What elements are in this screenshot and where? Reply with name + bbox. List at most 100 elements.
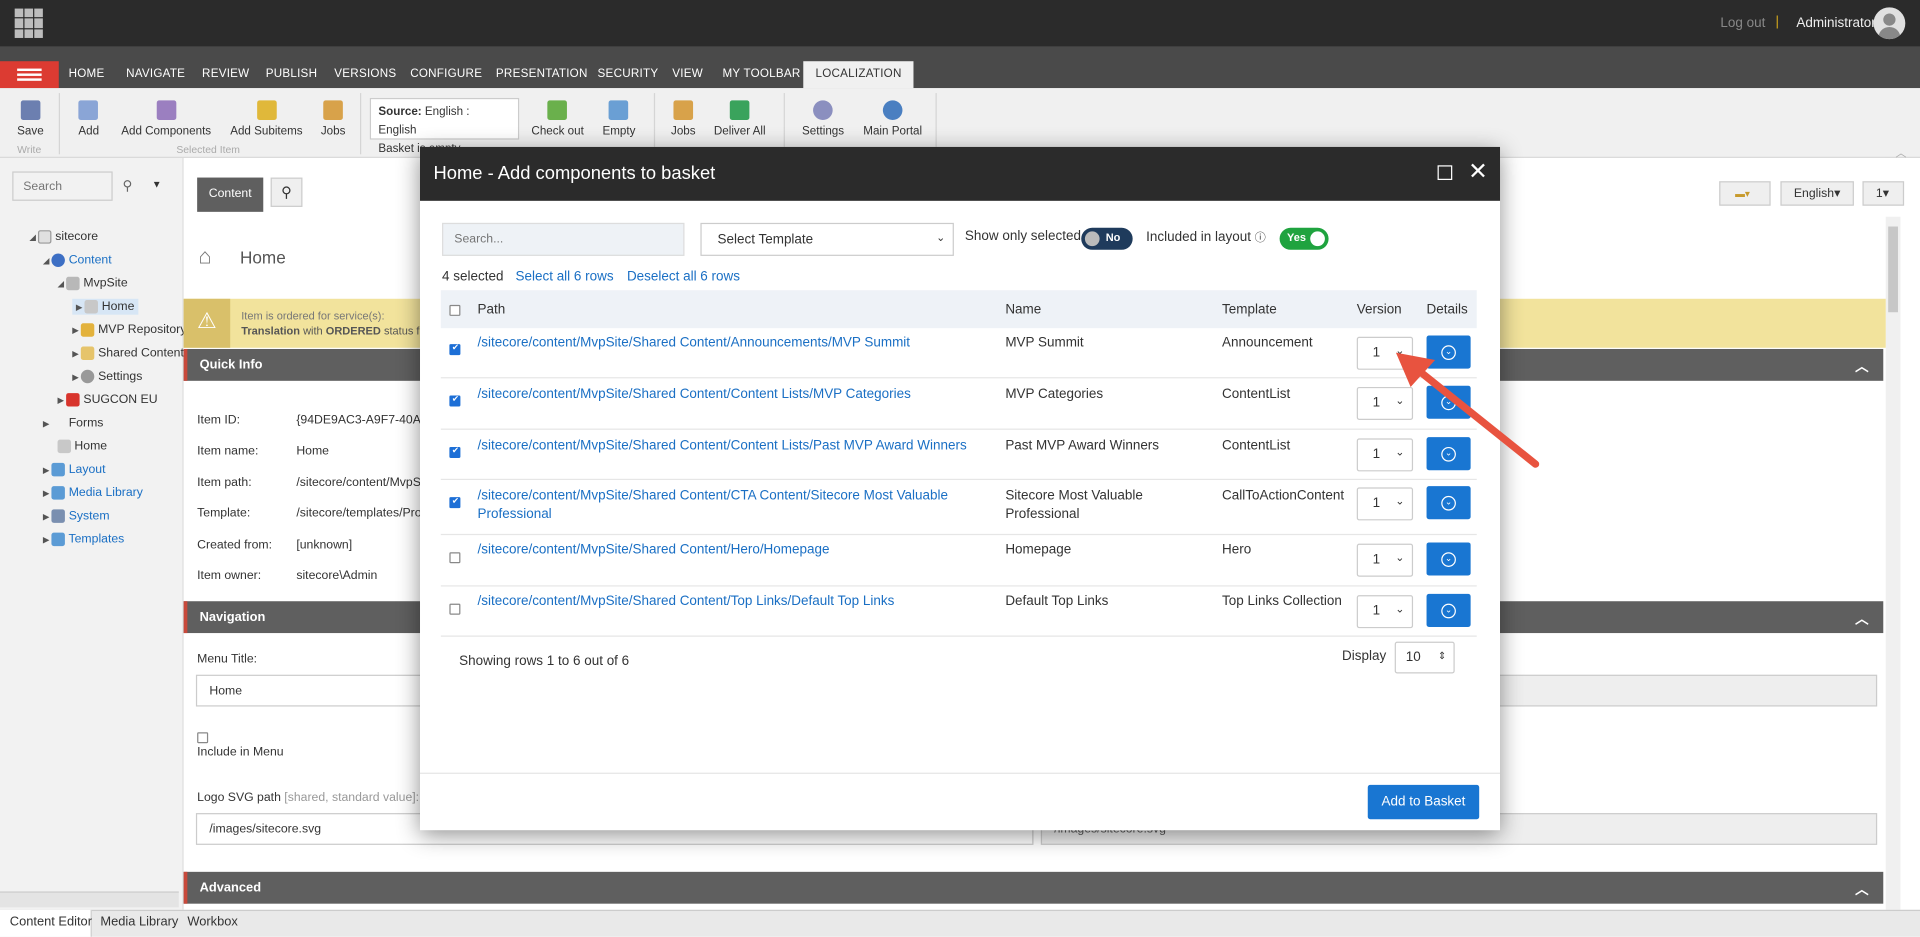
tree-item-settings[interactable]: ▶ Settings <box>72 369 142 383</box>
section-advanced[interactable]: Advanced ︿ <box>183 871 1884 904</box>
tree-item-media-library[interactable]: ▶ Media Library <box>43 486 143 500</box>
tree-item-home[interactable]: ▶ Home <box>72 298 139 315</box>
tab-content[interactable]: Content <box>197 177 264 212</box>
tree-scrollbar[interactable] <box>0 891 179 908</box>
row-path-link[interactable]: /sitecore/content/MvpSite/Shared Content… <box>478 542 830 557</box>
template-select[interactable]: Select Template ⌄ <box>700 222 954 256</box>
tree-search-input[interactable] <box>12 171 113 201</box>
row-path-link-continued[interactable]: Professional <box>478 507 552 522</box>
settings-button[interactable]: Settings <box>802 100 844 138</box>
tree-item-templates[interactable]: ▶ Templates <box>43 532 124 546</box>
version-select[interactable]: 1 ⌄ <box>1356 487 1414 521</box>
row-checkbox[interactable] <box>449 496 461 509</box>
include-in-menu-checkbox[interactable] <box>197 732 209 744</box>
empty-button[interactable]: Empty <box>602 100 635 138</box>
column-name[interactable]: Name <box>1005 302 1041 317</box>
tab-media-library[interactable]: Media Library <box>100 915 178 930</box>
row-path-link[interactable]: /sitecore/content/MvpSite/Shared Content… <box>478 387 911 402</box>
tab-security[interactable]: SECURITY <box>598 67 659 80</box>
editor-scrollbar[interactable] <box>1885 216 1901 910</box>
row-checkbox[interactable] <box>449 394 461 407</box>
tree-item-system[interactable]: ▶ System <box>43 509 110 523</box>
details-button[interactable]: ⌄ <box>1426 486 1471 520</box>
search-icon[interactable]: ⚲ <box>122 178 132 194</box>
tree-item-forms[interactable]: ▶ Forms <box>43 416 104 430</box>
deselect-all-link[interactable]: Deselect all 6 rows <box>627 269 740 284</box>
tab-content-editor[interactable]: Content Editor <box>10 915 92 930</box>
tree-item-sugcon-eu[interactable]: ▶ SUGCON EU <box>58 393 158 407</box>
row-checkbox[interactable] <box>449 552 461 564</box>
tab-navigate[interactable]: NAVIGATE <box>126 67 185 80</box>
show-only-selected-toggle[interactable]: No <box>1081 227 1133 250</box>
tab-versions[interactable]: VERSIONS <box>334 67 396 80</box>
column-version[interactable]: Version <box>1357 302 1402 317</box>
ribbon-collapse-icon[interactable]: ︿ <box>1896 144 1907 160</box>
add-components-button[interactable]: Add Components <box>121 100 211 138</box>
gallery-dropdown-icon[interactable]: ▬▾ <box>1719 181 1771 206</box>
table-row[interactable]: /sitecore/content/MvpSite/Shared Content… <box>440 535 1477 587</box>
row-checkbox[interactable] <box>449 603 461 615</box>
tree-item-content[interactable]: ◢ Content <box>43 253 112 267</box>
close-icon[interactable]: ✕ <box>1468 158 1487 186</box>
table-row[interactable]: /sitecore/content/MvpSite/Shared Content… <box>440 480 1477 536</box>
select-all-link[interactable]: Select all 6 rows <box>516 269 614 284</box>
jobs-2-label: Jobs <box>671 124 696 139</box>
table-row[interactable]: /sitecore/content/MvpSite/Shared Content… <box>440 587 1477 637</box>
tree-item-shared-content[interactable]: ▶ Shared Content <box>72 346 184 360</box>
row-checkbox[interactable] <box>449 343 461 356</box>
version-dropdown[interactable]: 1▾ <box>1862 181 1905 206</box>
add-button[interactable]: Add <box>78 100 99 138</box>
add-subitems-button[interactable]: Add Subitems <box>230 100 303 138</box>
tab-home[interactable]: HOME <box>69 67 105 80</box>
tree-item-sitecore[interactable]: ◢ sitecore <box>29 230 98 244</box>
menu-hamburger-icon[interactable] <box>0 61 59 89</box>
page-size-select[interactable]: 10 ⇕ <box>1394 641 1455 674</box>
save-button[interactable]: Save <box>17 100 44 138</box>
tab-view[interactable]: VIEW <box>672 67 703 80</box>
row-checkbox[interactable] <box>449 446 461 458</box>
jobs-button[interactable]: Jobs <box>321 100 345 138</box>
add-to-basket-button[interactable]: Add to Basket <box>1367 784 1480 820</box>
tab-my-toolbar[interactable]: MY TOOLBAR <box>722 67 800 80</box>
tab-review[interactable]: REVIEW <box>202 67 249 80</box>
included-in-layout-toggle[interactable]: Yes <box>1279 227 1329 250</box>
version-select[interactable]: 1 ⌄ <box>1356 595 1414 629</box>
row-path-link[interactable]: /sitecore/content/MvpSite/Shared Content… <box>478 438 967 453</box>
row-path-link[interactable]: /sitecore/content/MvpSite/Shared Content… <box>478 336 910 351</box>
maximize-icon[interactable] <box>1437 165 1453 181</box>
version-select[interactable]: 1 ⌄ <box>1356 543 1414 577</box>
deliver-all-button[interactable]: Deliver All <box>714 100 766 138</box>
tab-presentation[interactable]: PRESENTATION <box>496 67 588 80</box>
column-details[interactable]: Details <box>1427 302 1468 317</box>
select-all-checkbox[interactable] <box>449 304 461 316</box>
tab-configure[interactable]: CONFIGURE <box>410 67 482 80</box>
column-path[interactable]: Path <box>478 302 506 317</box>
tree-item-layout[interactable]: ▶ Layout <box>43 462 105 477</box>
tree-item-mvpsite[interactable]: ◢ MvpSite <box>58 276 128 290</box>
row-path-link[interactable]: /sitecore/content/MvpSite/Shared Content… <box>478 594 895 609</box>
row-path-link[interactable]: /sitecore/content/MvpSite/Shared Content… <box>478 489 948 504</box>
logout-link[interactable]: Log out <box>1720 16 1765 31</box>
user-name[interactable]: Administrator <box>1796 16 1875 31</box>
details-button[interactable]: ⌄ <box>1426 593 1471 627</box>
language-dropdown[interactable]: English▾ <box>1780 181 1854 206</box>
tree-item-home-root[interactable]: Home <box>57 439 107 453</box>
row-template: Hero <box>1222 542 1252 558</box>
column-template[interactable]: Template <box>1222 302 1277 317</box>
table-row[interactable]: /sitecore/content/MvpSite/Shared Content… <box>440 378 1477 430</box>
search-options-chevron-icon[interactable]: ▼ <box>152 179 162 190</box>
tab-workbox[interactable]: Workbox <box>187 915 238 930</box>
table-row[interactable]: /sitecore/content/MvpSite/Shared Content… <box>440 430 1477 481</box>
jobs-2-button[interactable]: Jobs <box>671 100 696 138</box>
tab-localization[interactable]: LOCALIZATION <box>803 61 914 89</box>
table-row[interactable]: /sitecore/content/MvpSite/Shared Content… <box>440 328 1477 379</box>
details-button[interactable]: ⌄ <box>1426 542 1471 576</box>
tab-publish[interactable]: PUBLISH <box>266 67 318 80</box>
main-portal-button[interactable]: Main Portal <box>863 100 922 138</box>
search-tab-icon[interactable]: ⚲ <box>270 177 303 207</box>
dialog-search-input[interactable] <box>442 222 685 256</box>
tree-item-mvp-repository[interactable]: ▶ MVP Repository <box>72 323 186 337</box>
app-launcher-icon[interactable] <box>14 8 44 38</box>
check-out-button[interactable]: Check out <box>531 100 584 138</box>
avatar[interactable] <box>1873 7 1906 40</box>
